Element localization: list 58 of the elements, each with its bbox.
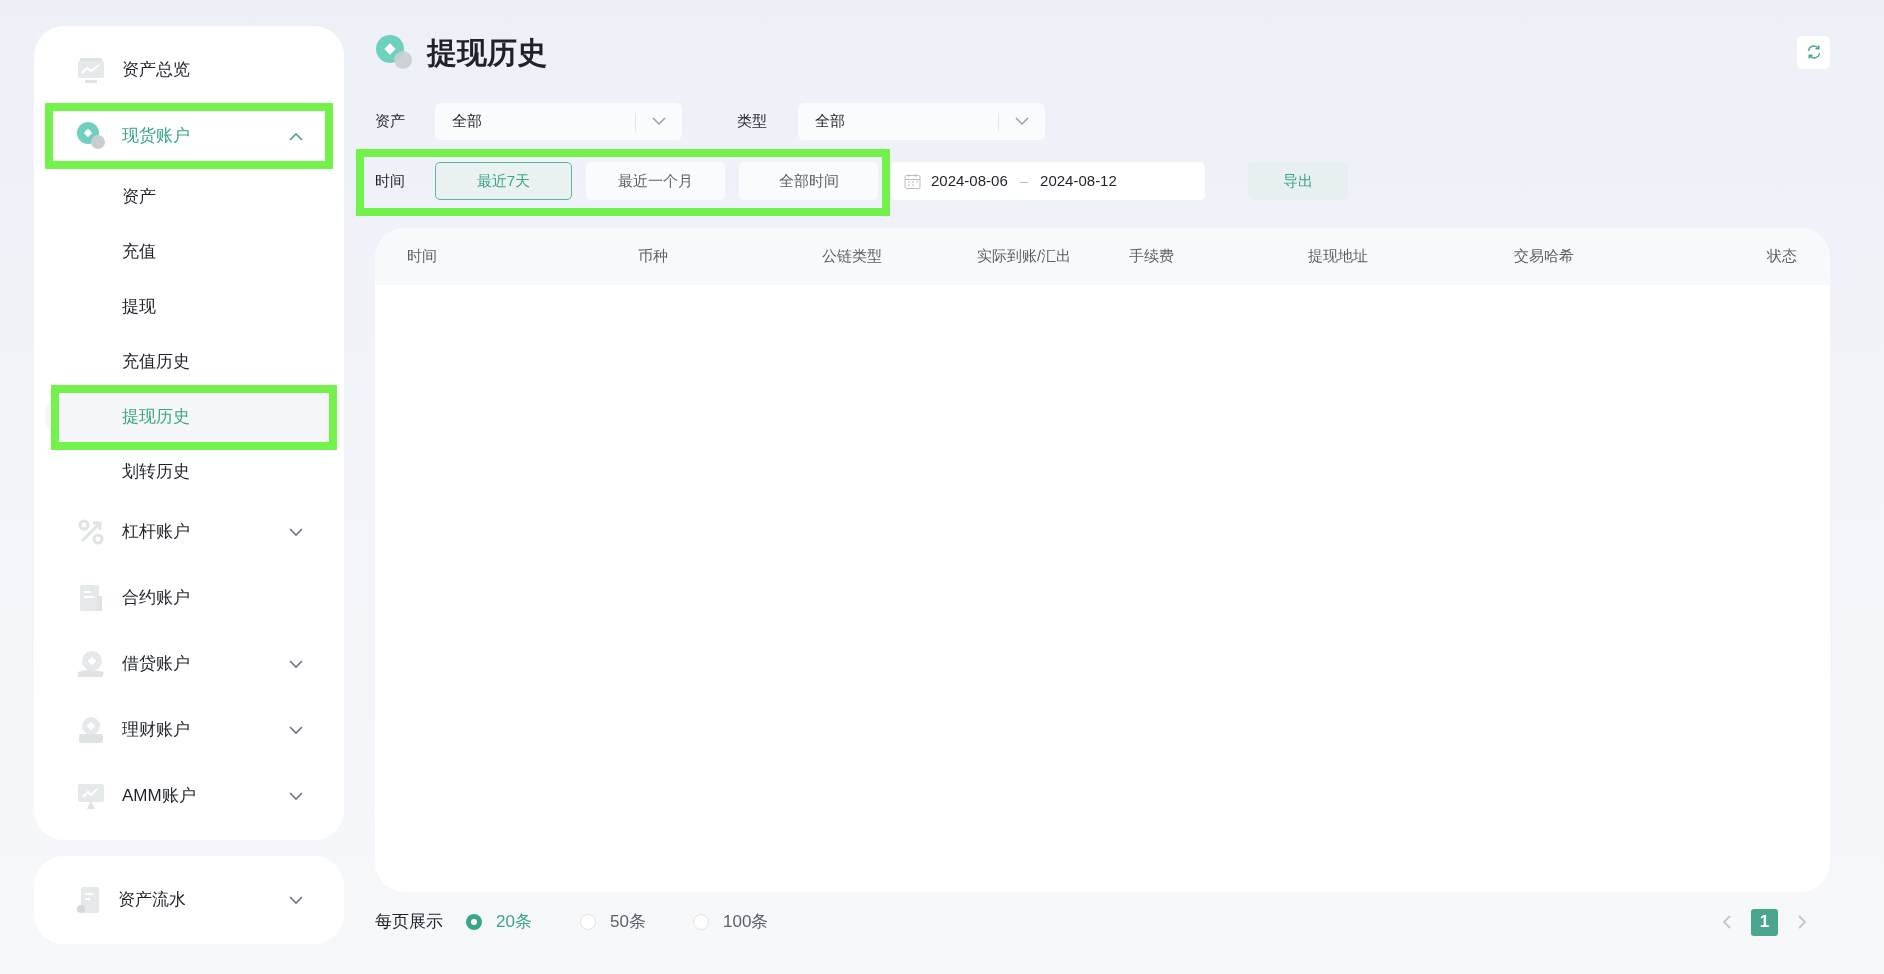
- document-icon: [76, 886, 102, 914]
- refresh-icon: [1805, 44, 1822, 60]
- filter-label: 时间: [375, 170, 406, 191]
- filter-label: 类型: [737, 111, 768, 132]
- chart-board-icon: [77, 56, 105, 84]
- sidebar-subitem[interactable]: 充值: [45, 224, 333, 279]
- page-size-label: 每页展示: [375, 911, 443, 934]
- sidebar-subitem[interactable]: 充值历史: [45, 334, 333, 389]
- chevron-down-icon: [289, 895, 303, 905]
- date-start: 2024-08-06: [931, 170, 1008, 191]
- column-header: 交易哈希: [1514, 246, 1575, 267]
- column-header: 提现地址: [1308, 246, 1369, 267]
- column-header: 手续费: [1129, 246, 1175, 267]
- sidebar-subitem[interactable]: 资产: [45, 169, 333, 224]
- sidebar-item[interactable]: 资产流水: [45, 867, 333, 933]
- sidebar-subitem[interactable]: 划转历史: [45, 444, 333, 499]
- coin-icon: [76, 121, 106, 151]
- chevron-up-icon: [289, 131, 303, 141]
- column-header: 时间: [407, 246, 438, 267]
- refresh-button[interactable]: [1797, 35, 1830, 69]
- page-size-option[interactable]: 100条: [693, 909, 806, 935]
- date-separator: –: [1019, 170, 1029, 191]
- document-icon: [78, 584, 104, 612]
- chevron-down-icon: [652, 117, 666, 126]
- sidebar-item[interactable]: 理财账户: [45, 697, 333, 763]
- chevron-down-icon: [289, 659, 303, 669]
- chevron-down-icon: [289, 725, 303, 735]
- sidebar-item[interactable]: 合约账户: [45, 565, 333, 631]
- select-field[interactable]: 全部: [435, 103, 682, 140]
- select-field[interactable]: 全部: [798, 103, 1045, 140]
- percent-icon: [77, 518, 105, 546]
- page-size-option[interactable]: 50条: [580, 909, 693, 935]
- column-header: 币种: [638, 246, 669, 267]
- time-range-tab[interactable]: 全部时间: [739, 162, 878, 200]
- chevron-down-icon: [289, 791, 303, 801]
- chevron-down-icon: [289, 527, 303, 537]
- chevron-left-icon[interactable]: [1722, 914, 1732, 930]
- coin-icon: [375, 34, 413, 70]
- radio-button[interactable]: [466, 914, 482, 930]
- filter-label: 资产: [375, 111, 406, 132]
- sidebar-item[interactable]: 资产总览: [45, 37, 333, 103]
- sidebar-item[interactable]: AMM账户: [45, 763, 333, 829]
- time-range-tab[interactable]: 最近一个月: [586, 162, 725, 200]
- chevron-down-icon: [1015, 117, 1029, 126]
- column-header: 实际到账/汇出: [977, 246, 1073, 267]
- chevron-right-icon[interactable]: [1797, 914, 1807, 930]
- coin-hand-icon: [76, 650, 106, 678]
- coin-stand-icon: [77, 716, 105, 744]
- date-end: 2024-08-12: [1040, 170, 1117, 191]
- date-range-field[interactable]: 2024-08-06 – 2024-08-12: [891, 162, 1205, 200]
- chart-monitor-icon: [77, 782, 105, 810]
- calendar-icon: [904, 172, 921, 190]
- sidebar-item[interactable]: 借贷账户: [45, 631, 333, 697]
- column-header: 状态: [1767, 246, 1797, 267]
- page-title: 提现历史: [427, 34, 547, 71]
- column-header: 公链类型: [822, 246, 883, 267]
- sidebar-item[interactable]: 杠杆账户: [45, 499, 333, 565]
- sidebar-subitem[interactable]: 提现: [45, 279, 333, 334]
